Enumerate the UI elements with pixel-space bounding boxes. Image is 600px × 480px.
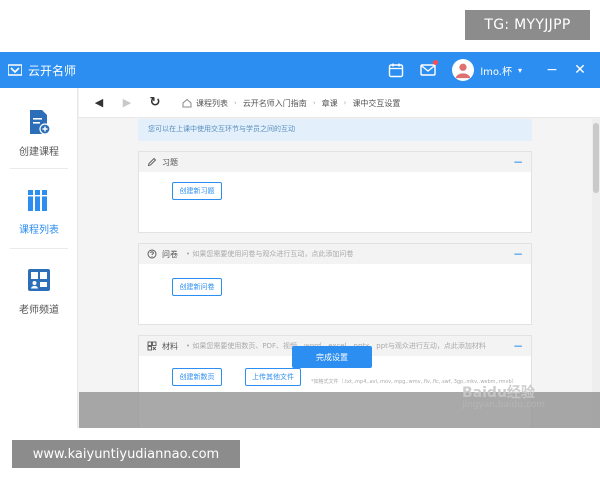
create-course-icon (30, 109, 51, 135)
breadcrumb-item-current: 课中交互设置 (352, 98, 401, 108)
site-url-badge: www.kaiyuntiyudiannao.com (12, 440, 240, 468)
breadcrumb: 课程列表 › 云开名师入门指南 › 章课 › 课中交互设置 (182, 94, 582, 112)
sidebar-item-label: 课程列表 (19, 224, 59, 236)
sidebar-divider (10, 168, 68, 169)
nav-bar: ◀ ▶ ↻ 课程列表 › 云开名师入门指南 › 章课 › 课中交互设置 (79, 88, 600, 118)
question-icon (147, 249, 157, 259)
collapse-button[interactable]: − (513, 155, 523, 169)
telegram-badge: TG: MYYJJPP (465, 10, 590, 40)
notification-dot (433, 60, 439, 65)
close-button[interactable]: ✕ (572, 62, 588, 78)
section-hint: • 如果您需要使用问卷与观众进行互动，点此添加问卷 (186, 250, 354, 258)
back-button[interactable]: ◀ (91, 95, 107, 111)
sidebar-item-teacher-channel[interactable]: 老师频道 (0, 256, 78, 326)
section-title: 问卷 (162, 249, 178, 259)
sidebar-item-create-course[interactable]: 创建课程 (0, 98, 78, 168)
watermark-url: jingyan.baidu.com (462, 400, 546, 410)
breadcrumb-separator: › (343, 99, 347, 107)
sidebar-divider (10, 248, 68, 249)
collapse-button[interactable]: − (513, 339, 523, 353)
forward-button[interactable]: ▶ (119, 95, 135, 111)
section-title: 材料 (162, 341, 178, 351)
exercise-section: 习题 − 创建新习题 (138, 151, 532, 233)
user-menu-caret[interactable]: ▾ (518, 66, 522, 75)
brand: 云开名师 (8, 62, 76, 79)
breadcrumb-item[interactable]: 章课 (322, 98, 338, 109)
breadcrumb-separator: › (312, 99, 316, 107)
sidebar-item-label: 创建课程 (19, 146, 59, 158)
questionnaire-section: 问卷 • 如果您需要使用问卷与观众进行互动，点此添加问卷 − 创建新问卷 (138, 243, 532, 325)
brand-name: 云开名师 (28, 63, 77, 78)
mail-icon[interactable] (420, 60, 439, 78)
sidebar-item-course-list[interactable]: 课程列表 (0, 176, 78, 246)
breadcrumb-item[interactable]: 云开名师入门指南 (243, 98, 307, 109)
breadcrumb-separator: › (234, 99, 237, 107)
sidebar: 创建课程 课程列表 老师频道 (0, 88, 78, 428)
section-header: 问卷 • 如果您需要使用问卷与观众进行互动，点此添加问卷 − (139, 244, 531, 264)
info-tip: 您可以在上课中使用交互环节与学员之间的互动 (138, 119, 532, 141)
section-title: 习题 (162, 157, 178, 167)
scrollbar[interactable] (592, 119, 600, 428)
scrollbar-thumb[interactable] (593, 123, 599, 193)
home-icon[interactable] (182, 98, 192, 108)
app-window: 云开名师 lmo.杯 ▾ − ✕ 创建课程 课程列表 老师频道 ◀ ▶ ↻ 课程… (0, 52, 600, 428)
pencil-icon (147, 157, 157, 167)
create-exercise-button[interactable]: 创建新习题 (172, 182, 222, 200)
material-icon (147, 341, 157, 351)
title-bar: 云开名师 lmo.杯 ▾ − ✕ (0, 52, 600, 88)
user-name[interactable]: lmo.杯 (480, 63, 512, 78)
breadcrumb-item[interactable]: 课程列表 (196, 98, 228, 109)
collapse-button[interactable]: − (513, 247, 523, 261)
create-questionnaire-button[interactable]: 创建新问卷 (172, 278, 222, 296)
calendar-icon[interactable] (388, 62, 404, 78)
teacher-channel-icon (28, 268, 50, 291)
refresh-button[interactable]: ↻ (147, 95, 163, 111)
avatar[interactable] (452, 59, 475, 81)
brand-logo-icon (8, 64, 22, 76)
course-list-icon (28, 189, 47, 211)
minimize-button[interactable]: − (544, 62, 560, 78)
finish-settings-button[interactable]: 完成设置 (292, 346, 372, 368)
create-page-button[interactable]: 创建新数页 (172, 368, 222, 386)
section-header: 习题 − (139, 152, 531, 172)
sidebar-item-label: 老师频道 (19, 304, 59, 316)
upload-file-button[interactable]: 上传其他文件 (245, 368, 301, 386)
